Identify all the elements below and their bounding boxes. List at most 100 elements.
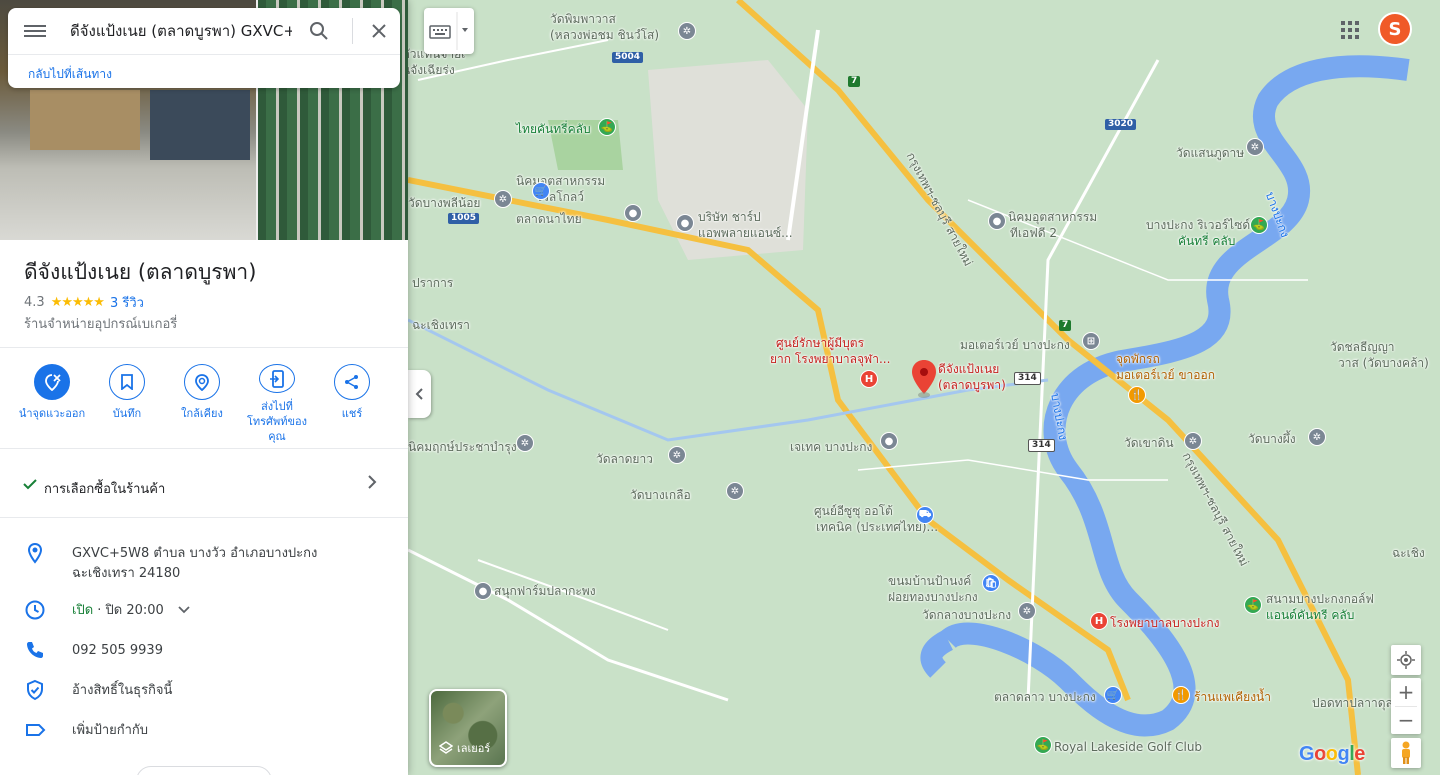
map-label[interactable]: วัดบางพลีน้อย (408, 196, 480, 210)
map-label[interactable]: โรงพยาบาลบางปะกง (1110, 616, 1220, 630)
dropdown-arrow-icon (462, 28, 468, 32)
reviews-link[interactable]: 3 รีวิว (110, 292, 144, 313)
map-label[interactable]: ขนมบ้านป้านงค์ (888, 574, 971, 588)
map-label[interactable]: มอเตอร์เวย์ บางปะกง (960, 338, 1070, 352)
hospital-icon[interactable]: H (1090, 612, 1108, 630)
search-box: กลับไปที่เส้นทาง (8, 8, 400, 88)
map-label[interactable]: วัดกลางบางปะกง (922, 608, 1011, 622)
phone-row[interactable]: 092 505 9939 (0, 639, 408, 661)
map-label[interactable]: วัดพิมพาวาส (550, 12, 616, 26)
layers-icon (439, 741, 453, 754)
hours-row[interactable]: เปิด · ปิด 20:00 (0, 599, 408, 621)
input-tools-button[interactable] (424, 8, 474, 54)
in-store-shopping-row[interactable]: การเลือกซื้อในร้านค้า (0, 466, 408, 506)
temple-icon[interactable]: ✲ (668, 446, 686, 464)
restaurant-icon[interactable]: 🍴 (1128, 386, 1146, 404)
back-to-directions-link[interactable]: กลับไปที่เส้นทาง (28, 65, 112, 84)
save-button[interactable]: บันทึก (91, 364, 163, 444)
map-label[interactable]: บางปะกง ริเวอร์ไซด์ (1146, 218, 1250, 232)
map-label[interactable]: วัดชลธีญญา (1330, 340, 1395, 354)
remove-stop-button[interactable]: นำจุดแวะออก (16, 364, 88, 444)
shopping-icon[interactable]: 🛍 (982, 574, 1000, 592)
map-label[interactable]: วัดบางผึ้ง (1248, 432, 1296, 446)
map-label[interactable]: วัดบางเกลือ (630, 488, 691, 502)
google-logo[interactable]: Google (1299, 743, 1365, 766)
map-label[interactable]: นิคมอุตสาหกรรม (1008, 210, 1097, 224)
zoom-out-button[interactable]: − (1391, 706, 1421, 734)
search-input[interactable] (70, 18, 292, 44)
share-button[interactable]: แชร์ (316, 364, 388, 444)
place-pin-icon[interactable]: ● (676, 214, 694, 232)
temple-icon[interactable]: ✲ (516, 434, 534, 452)
map-label[interactable]: เจเทค บางปะกง (790, 440, 872, 454)
map-label[interactable]: ศูนย์อีซูซุ ออโต้ (814, 504, 893, 518)
place-pin-icon[interactable]: ● (474, 582, 492, 600)
layers-button[interactable]: เลเยอร์ (429, 689, 507, 767)
map-label[interactable]: วัดแสนภูดาษ (1176, 146, 1244, 160)
temple-icon[interactable]: ✲ (726, 482, 744, 500)
add-label-row[interactable]: เพิ่มป้ายกำกับ (0, 719, 408, 741)
golf-icon[interactable]: ⛳ (598, 118, 616, 136)
map-label[interactable]: ตลาดนาไทย (516, 212, 582, 226)
map-label[interactable]: จุดพักรถ (1116, 352, 1160, 366)
temple-icon[interactable]: ✲ (678, 22, 696, 40)
claim-business-row[interactable]: อ้างสิทธิ์ในธุรกิจนี้ (0, 679, 408, 701)
map-label[interactable]: Royal Lakeside Golf Club (1054, 740, 1202, 754)
place-pin-icon[interactable]: ● (624, 204, 642, 222)
layers-label: เลเยอร์ (457, 742, 491, 755)
map-label[interactable]: ศูนย์รักษาผู้มีบุตร (776, 336, 864, 350)
place-pin-icon[interactable]: ● (880, 432, 898, 450)
hospital-icon[interactable]: H (860, 370, 878, 388)
map-label[interactable]: วัดเขาดิน (1124, 436, 1174, 450)
apps-grid-button[interactable] (1340, 20, 1360, 40)
temple-icon[interactable]: ✲ (494, 190, 512, 208)
chevron-down-icon[interactable] (178, 606, 190, 614)
map-label[interactable]: ร้านแพเคียงน้ำ (1194, 690, 1271, 704)
golf-icon[interactable]: ⛳ (1250, 216, 1268, 234)
temple-icon[interactable]: ✲ (1308, 428, 1326, 446)
search-button[interactable] (308, 20, 330, 42)
map-label[interactable]: บริษัท ชาร์ป (698, 210, 761, 224)
temple-icon[interactable]: ✲ (1246, 138, 1264, 156)
zoom-controls: + − (1391, 678, 1421, 734)
open-status: เปิด (72, 603, 94, 618)
action-label: ส่งไปที่โทรศัพท์ของคุณ (246, 400, 308, 443)
map-label[interactable]: นิคมอุตสาหกรรม (516, 174, 605, 188)
restaurant-icon[interactable]: 🍴 (1172, 686, 1190, 704)
nearby-button[interactable]: ใกล้เคียง (166, 364, 238, 444)
address-row[interactable]: GXVC+5W8 ตำบล บางวัว อำเภอบางปะกง ฉะเชิง… (0, 542, 408, 582)
send-to-phone-button[interactable]: ส่งไปที่โทรศัพท์ของคุณ (241, 364, 313, 444)
map-label[interactable]: ไทยคันทรี่คลับ (516, 122, 591, 136)
place-category[interactable]: ร้านจำหน่ายอุปกรณ์เบเกอรี่ (24, 313, 177, 334)
temple-icon[interactable]: ✲ (1018, 602, 1036, 620)
map-label[interactable]: วัดลาดยาว (596, 452, 653, 466)
selected-place-marker[interactable] (912, 360, 936, 400)
collapse-panel-button[interactable] (408, 370, 431, 418)
map-label[interactable]: สนามบางปะกงกอล์ฟ (1266, 592, 1374, 606)
street-view-pegman[interactable] (1391, 738, 1421, 768)
place-pin-icon[interactable]: ● (988, 212, 1006, 230)
close-button[interactable] (368, 20, 390, 42)
shopping-icon[interactable]: 🛒 (1104, 686, 1122, 704)
map-label[interactable]: ตลาดลาว บางปะกง (994, 690, 1096, 704)
golf-icon[interactable]: ⛳ (1244, 596, 1262, 614)
map-label[interactable]: นิคมฤกษ์ประชาบำรุง (408, 440, 517, 454)
send-to-phone-icon (259, 364, 295, 393)
apps-grid-icon (1341, 21, 1359, 39)
shopping-icon[interactable]: 🛒 (532, 182, 550, 200)
menu-icon[interactable] (24, 22, 46, 40)
my-location-button[interactable] (1391, 645, 1421, 675)
map-label: วาส (วัดบางคล้า) (1338, 356, 1429, 370)
partial-button[interactable] (136, 766, 272, 775)
car-dealer-icon[interactable]: ⛟ (916, 506, 934, 524)
map-label[interactable]: สนุกฟาร์มปลากะพง (494, 584, 596, 598)
route-shield: 5004 (612, 52, 644, 63)
map-canvas[interactable]: วัดพิมพาวาส (หลวงพ่อชม ชินวํโส) ✲ 5004 ต… (408, 0, 1440, 775)
zoom-in-button[interactable]: + (1391, 678, 1421, 706)
account-avatar[interactable]: S (1378, 12, 1412, 46)
motorway-icon[interactable]: ⊞ (1082, 332, 1100, 350)
golf-icon[interactable]: ⛳ (1034, 736, 1052, 754)
selected-place-label[interactable]: ดีจังแป้งเนย (938, 362, 999, 376)
map-label: แอพพลายแอนซ์... (698, 226, 793, 240)
temple-icon[interactable]: ✲ (1184, 432, 1202, 450)
